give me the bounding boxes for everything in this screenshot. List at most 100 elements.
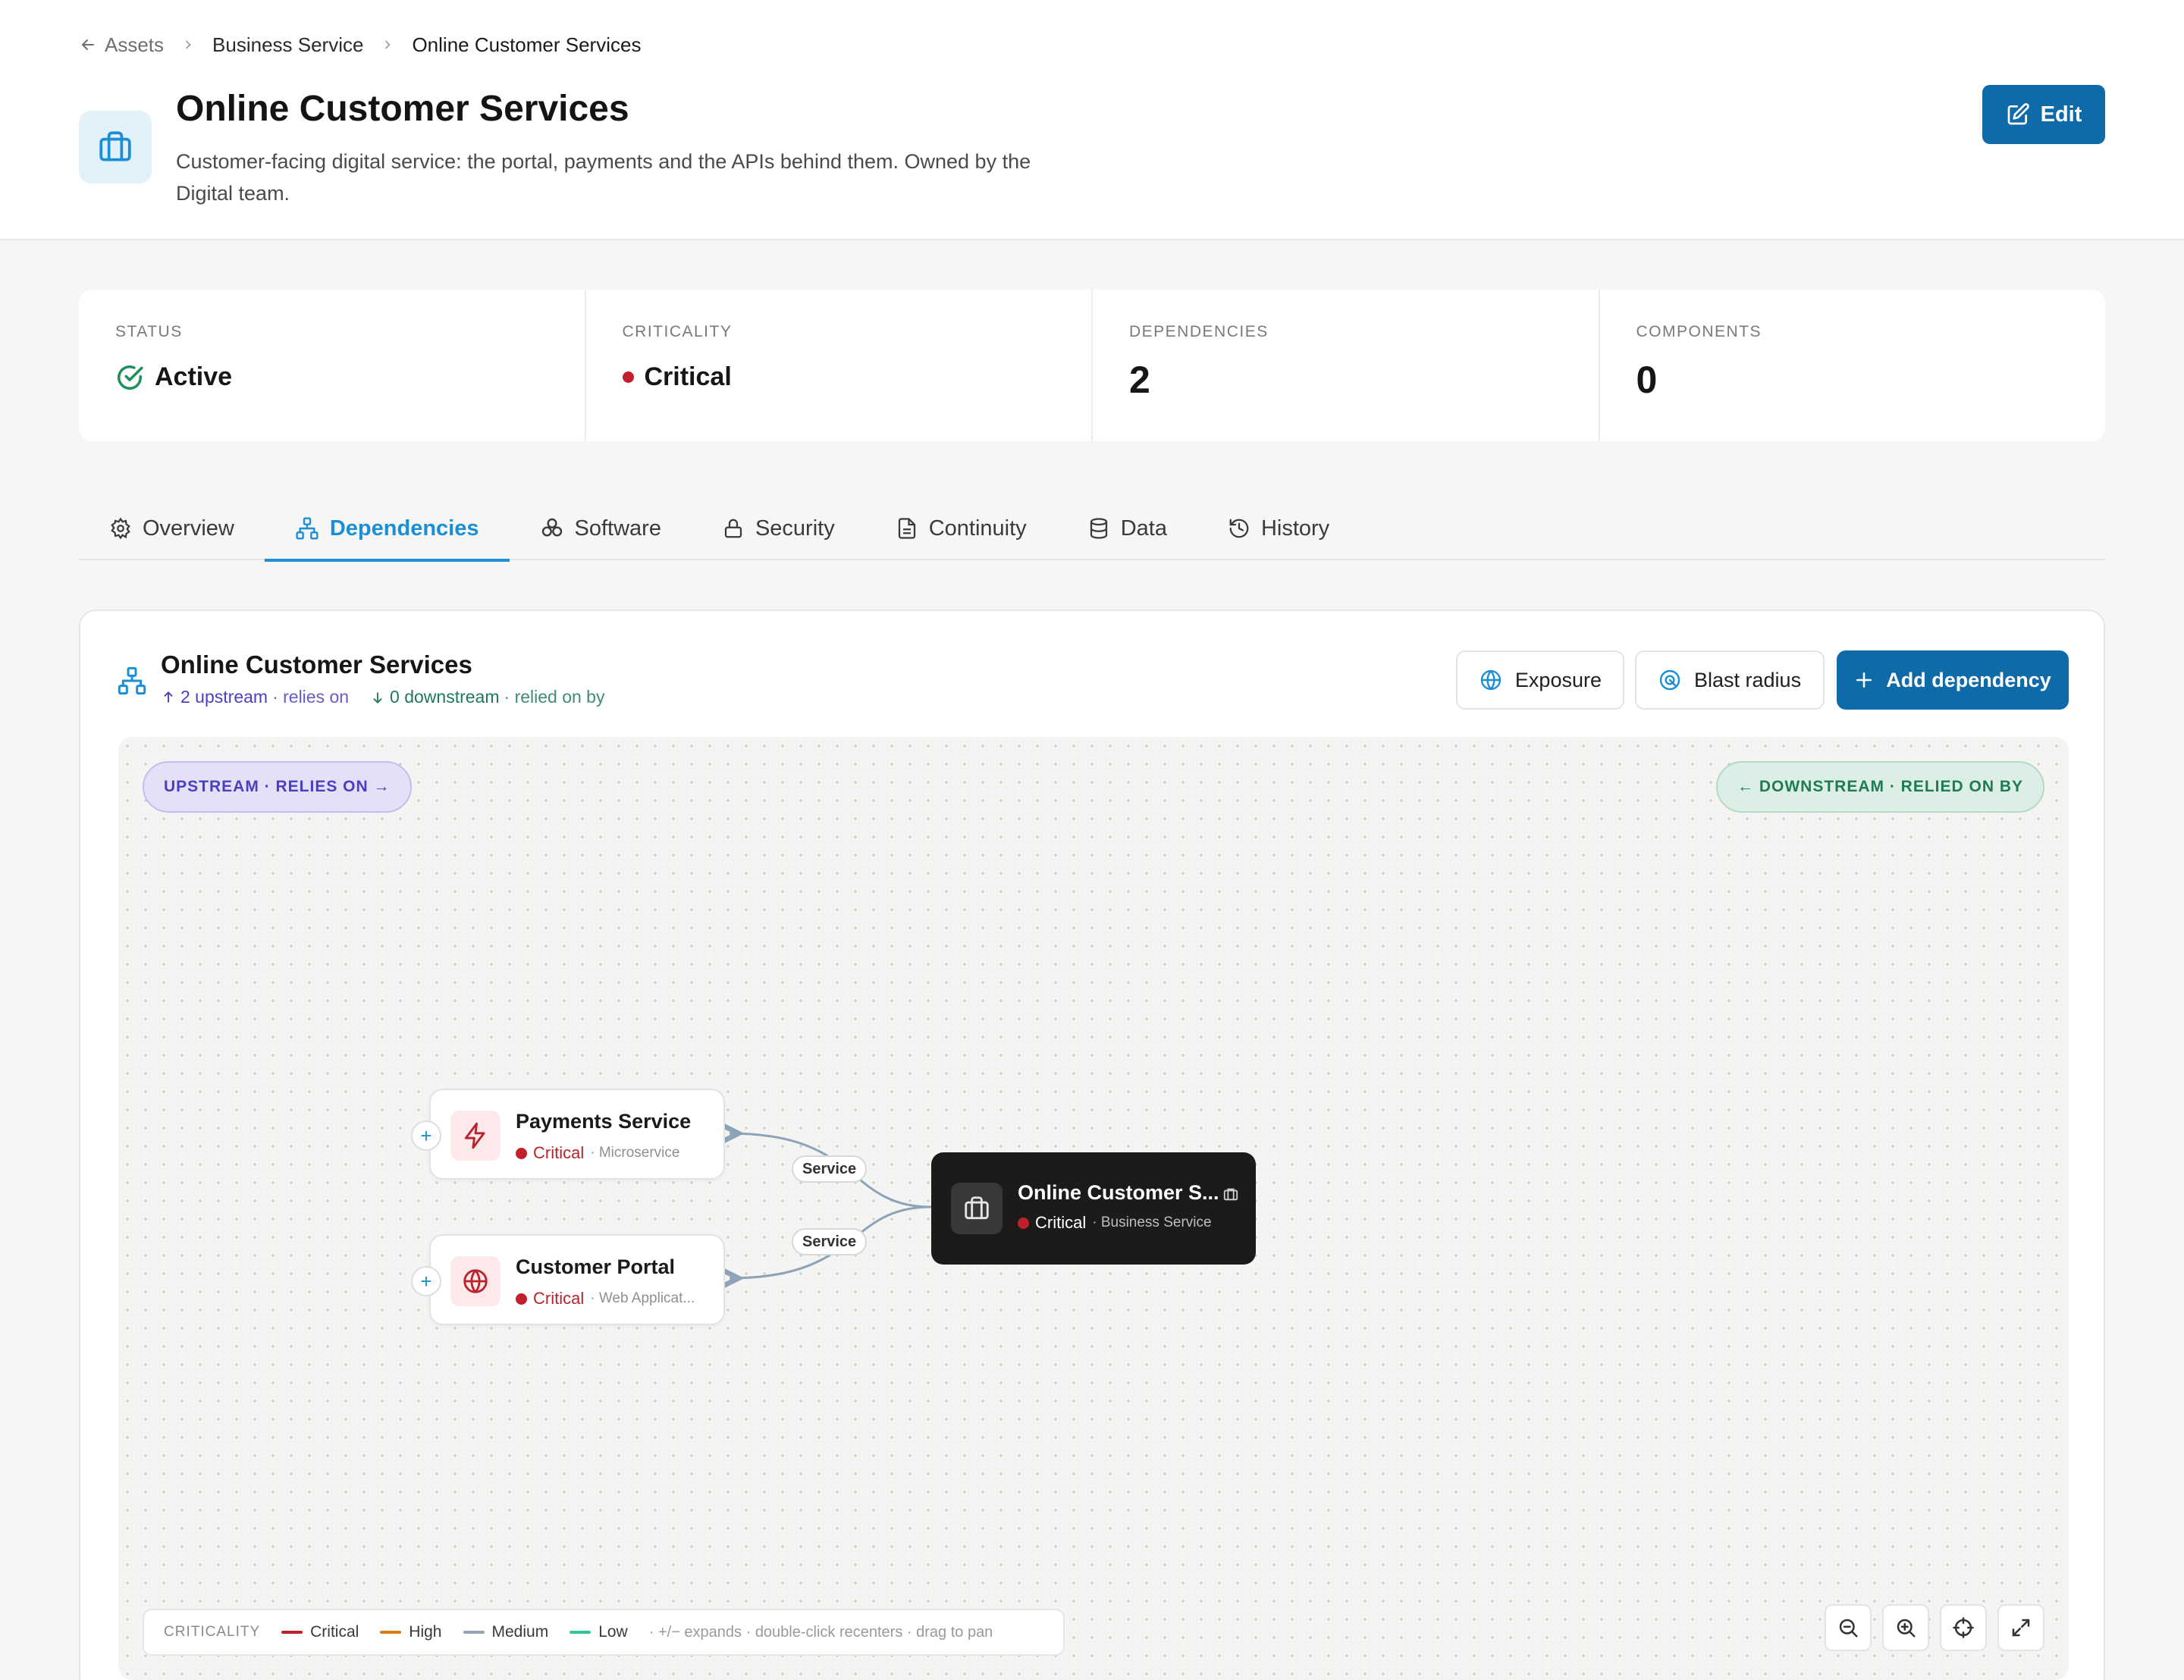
expand-icon [2012, 1619, 2030, 1637]
tab-overview[interactable]: Overview [79, 497, 265, 560]
dependency-graph-canvas[interactable]: UPSTREAM · RELIES ON → ← DOWNSTREAM · RE… [118, 737, 2069, 1680]
expand-button[interactable]: + [411, 1121, 441, 1151]
stat-status: STATUS Active [79, 290, 586, 441]
stat-criticality-text: Critical [644, 362, 732, 391]
node-type: · Microservice [590, 1145, 680, 1161]
stat-components: COMPONENTS 0 [1600, 290, 2106, 441]
tab-dependencies[interactable]: Dependencies [264, 497, 510, 562]
briefcase-icon [79, 111, 152, 183]
stat-dependencies-value: 2 [1129, 359, 1150, 401]
gear-icon [111, 517, 130, 540]
tab-security-label: Security [755, 516, 835, 541]
node-criticality: Critical [533, 1289, 585, 1308]
database-icon [1090, 518, 1107, 539]
page-title: Online Customer Services [176, 89, 629, 129]
page-header: Assets Business Service Online Customer … [0, 0, 2184, 240]
critical-dot-icon [516, 1293, 527, 1305]
arrow-down-icon [373, 691, 382, 704]
zoom-in-button[interactable] [1882, 1604, 1929, 1651]
crosshair-icon [1953, 1617, 1974, 1638]
edit-button-label: Edit [2040, 102, 2082, 127]
stat-status-label: STATUS [115, 323, 183, 340]
blast-radius-button[interactable]: Blast radius [1635, 650, 1825, 710]
stat-components-value: 0 [1636, 359, 1658, 401]
upstream-count: 2 upstream [180, 687, 268, 707]
lightning-icon [450, 1111, 500, 1161]
node-name: Online Customer S... [1018, 1181, 1219, 1204]
downstream-text: · relied on by [504, 687, 605, 707]
critical-dot-icon [622, 371, 634, 383]
tab-dependencies-label: Dependencies [329, 516, 479, 541]
lock-icon [724, 519, 742, 538]
panel-summary: 2 upstream · relies on 0 downstream · re… [161, 687, 604, 707]
node-name: Customer Portal [516, 1255, 676, 1278]
tab-history-label: History [1260, 516, 1330, 541]
tab-software[interactable]: Software [510, 497, 692, 560]
expand-button[interactable]: + [411, 1266, 441, 1296]
tab-continuity-label: Continuity [928, 516, 1027, 541]
plus-icon [1856, 672, 1872, 688]
node-customer-portal[interactable]: + Customer Portal Critical · Web Applica… [411, 1234, 725, 1325]
zoom-out-icon [1839, 1619, 1858, 1638]
tab-security[interactable]: Security [692, 497, 865, 560]
legend-item-medium: Medium [463, 1623, 548, 1641]
document-icon [898, 518, 915, 539]
node-payments-service[interactable]: + Payments Service Critical · Microservi… [411, 1089, 725, 1180]
critical-dot-icon [516, 1147, 527, 1159]
edge-label-payments: Service [792, 1155, 868, 1183]
node-type: · Web Applicat... [590, 1290, 695, 1306]
dependencies-panel: Online Customer Services 2 upstream · re… [79, 610, 2105, 1680]
tab-software-label: Software [574, 516, 661, 541]
arrow-up-icon [164, 691, 173, 703]
node-online-customer-services[interactable]: Online Customer S... Critical · Business… [931, 1152, 1256, 1265]
tab-data[interactable]: Data [1057, 497, 1197, 560]
downstream-count: 0 downstream [390, 687, 500, 707]
zoom-out-button[interactable] [1825, 1604, 1872, 1651]
briefcase-icon [951, 1183, 1003, 1234]
breadcrumb-current: Online Customer Services [412, 33, 642, 56]
stat-criticality: CRITICALITY Critical [586, 290, 1093, 441]
stat-status-text: Active [155, 362, 233, 391]
history-icon [1229, 519, 1249, 538]
page-description: Customer-facing digital service: the por… [176, 150, 1031, 205]
tab-continuity[interactable]: Continuity [865, 497, 1057, 560]
legend-item-critical: Critical [281, 1623, 359, 1641]
upstream-summary: 2 upstream · relies on [161, 687, 349, 707]
legend-item-high: High [380, 1623, 442, 1641]
add-dependency-button[interactable]: Add dependency [1837, 650, 2069, 710]
tab-data-label: Data [1120, 516, 1167, 541]
briefcase-small-icon [1222, 1186, 1239, 1206]
boxes-icon [541, 518, 562, 537]
upstream-text: · relies on [272, 687, 350, 707]
node-meta: Critical · Microservice [516, 1143, 679, 1163]
node-name: Payments Service [516, 1110, 692, 1133]
breadcrumb: Assets Business Service Online Customer … [79, 32, 641, 58]
node-meta: Critical · Web Applicat... [516, 1289, 695, 1309]
globe-icon [450, 1256, 500, 1306]
criticality-legend: CRITICALITY Critical High Medium Low · +… [143, 1609, 1065, 1656]
node-meta: Critical · Business Service [1018, 1213, 1212, 1233]
breadcrumb-parent-link[interactable]: Business Service [212, 33, 363, 57]
critical-dot-icon [1018, 1217, 1029, 1229]
node-criticality: Critical [1035, 1213, 1087, 1232]
panel-title: Online Customer Services [161, 650, 472, 679]
stat-dependencies: DEPENDENCIES 2 [1093, 290, 1600, 441]
exposure-label: Exposure [1514, 668, 1602, 691]
fullscreen-button[interactable] [1997, 1604, 2044, 1651]
stats-bar: STATUS Active CRITICALITY Critical DEPEN… [79, 290, 2105, 441]
legend-title: CRITICALITY [164, 1624, 261, 1640]
arrow-left-icon [82, 39, 94, 50]
node-criticality: Critical [533, 1143, 585, 1162]
legend-item-low: Low [570, 1623, 628, 1641]
legend-hint: · +/− expands · double-click recenters ·… [648, 1623, 993, 1641]
edge-label-portal: Service [792, 1228, 868, 1255]
network-icon [296, 517, 318, 540]
exposure-button[interactable]: Exposure [1456, 650, 1624, 710]
edit-button[interactable]: Edit [1982, 85, 2105, 144]
breadcrumb-back-link[interactable]: Assets [79, 33, 164, 57]
tab-overview-label: Overview [143, 516, 234, 541]
chevron-right-icon [380, 37, 395, 52]
recenter-button[interactable] [1940, 1604, 1987, 1651]
tab-history[interactable]: History [1197, 497, 1360, 560]
stat-criticality-label: CRITICALITY [622, 323, 733, 340]
